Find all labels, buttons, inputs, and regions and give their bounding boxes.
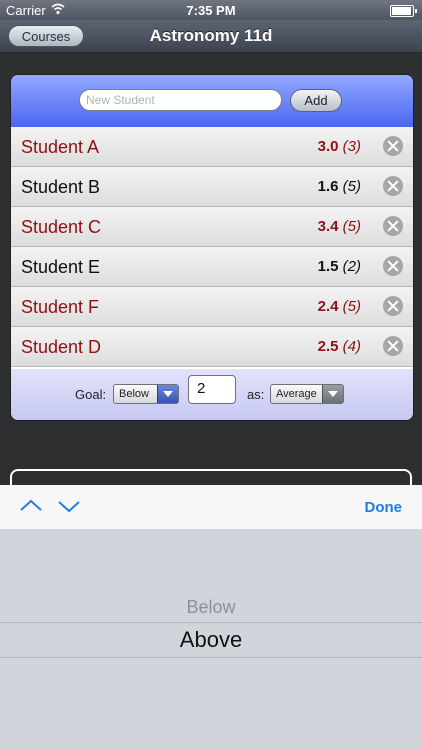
grade-count: (5)	[342, 178, 361, 195]
grade-count: (4)	[342, 338, 361, 355]
goal-mode-value: Average	[276, 388, 317, 400]
add-button[interactable]: Add	[290, 89, 342, 112]
done-button[interactable]: Done	[365, 499, 403, 516]
student-row[interactable]: Student C 3.4 (5)	[11, 207, 413, 247]
new-student-input[interactable]	[79, 89, 282, 111]
chevron-down-icon	[157, 385, 178, 403]
student-name: Student D	[21, 337, 102, 357]
student-name: Student B	[21, 177, 101, 197]
student-name: Student C	[21, 217, 102, 237]
goal-mode-select[interactable]: Average	[270, 384, 344, 404]
page-title: Astronomy 11d	[149, 26, 273, 45]
chevron-down-icon	[322, 385, 343, 403]
delete-icon[interactable]	[383, 256, 403, 276]
chevron-down-icon[interactable]	[56, 495, 82, 517]
chevron-up-icon[interactable]	[18, 495, 44, 517]
battery-fill	[392, 7, 411, 15]
student-row[interactable]: Student D 2.5 (4)	[11, 327, 413, 367]
student-score: 1.6 (5)	[318, 178, 361, 195]
student-average: 2.4	[317, 298, 339, 315]
student-average: 1.6	[317, 178, 339, 195]
student-name: Student E	[21, 257, 101, 277]
student-name: Student F	[21, 297, 100, 317]
student-score: 2.4 (5)	[318, 298, 361, 315]
delete-icon[interactable]	[383, 136, 403, 156]
picker-option-selected[interactable]: Above	[0, 627, 422, 653]
student-list: Student A 3.0 (3) Student B 1.6 (5) Stud…	[11, 127, 413, 367]
delete-icon[interactable]	[383, 296, 403, 316]
student-average: 3.0	[317, 138, 339, 155]
goal-direction-value: Below	[119, 388, 149, 400]
status-time: 7:35 PM	[186, 3, 236, 18]
student-score: 3.0 (3)	[318, 138, 361, 155]
add-student-bar: Add	[11, 75, 413, 127]
grade-count: (5)	[342, 298, 361, 315]
navigation-bar: Courses Astronomy 11d	[0, 20, 422, 53]
student-score: 1.5 (2)	[318, 258, 361, 275]
goal-value-field[interactable]: 2	[188, 375, 236, 404]
goal-label: Goal:	[75, 387, 107, 402]
student-row[interactable]: Student A 3.0 (3)	[11, 127, 413, 167]
student-score: 2.5 (4)	[318, 338, 361, 355]
status-bar: Carrier 7:35 PM	[0, 0, 422, 20]
as-label: as:	[247, 387, 265, 402]
grade-count: (3)	[342, 138, 361, 155]
student-average: 3.4	[317, 218, 339, 235]
student-row[interactable]: Student E 1.5 (2)	[11, 247, 413, 287]
battery-icon	[390, 5, 417, 17]
grade-count: (2)	[342, 258, 361, 275]
delete-icon[interactable]	[383, 176, 403, 196]
picker-option[interactable]: Below	[0, 597, 422, 618]
student-row[interactable]: Student F 2.4 (5)	[11, 287, 413, 327]
student-name: Student A	[21, 137, 100, 157]
grade-count: (5)	[342, 218, 361, 235]
goal-bar: Goal: Below 2 as: Average	[11, 369, 413, 420]
student-average: 1.5	[317, 258, 339, 275]
student-average: 2.5	[317, 338, 339, 355]
student-score: 3.4 (5)	[318, 218, 361, 235]
student-list-card: Add Student A 3.0 (3) Student B 1.6 (5) …	[10, 74, 414, 421]
goal-direction-select[interactable]: Below	[113, 384, 179, 404]
keyboard-accessory-bar: Done	[0, 485, 422, 530]
delete-icon[interactable]	[383, 216, 403, 236]
student-row[interactable]: Student B 1.6 (5)	[11, 167, 413, 207]
delete-icon[interactable]	[383, 336, 403, 356]
direction-picker[interactable]: Below Above	[0, 529, 422, 750]
